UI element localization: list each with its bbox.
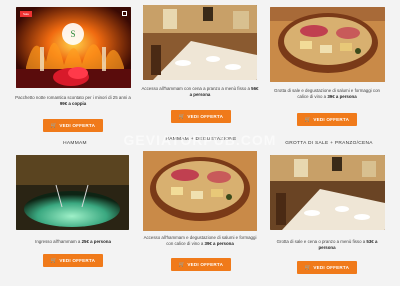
- desc-price: 25€ a persona: [81, 239, 111, 244]
- view-offer-button[interactable]: 🛒 VEDI OFFERTA: [43, 119, 103, 132]
- cart-icon: 🛒: [50, 122, 58, 129]
- restaurant-image: [143, 5, 257, 80]
- desc-text: Accesso all'hammam con cena a pranzo a m…: [141, 86, 252, 91]
- cheese-board-image: [143, 151, 257, 231]
- desc-price: 39€ a persona: [204, 241, 234, 246]
- section-title-hammam: HAMMAM: [63, 141, 87, 146]
- cart-icon: 🛒: [50, 257, 58, 264]
- cart-icon: 🛒: [304, 264, 312, 271]
- hammam-pool-image: [16, 155, 129, 230]
- button-label: VEDI OFFERTA: [59, 123, 96, 128]
- desc-text: Ingresso all'hammam a: [35, 239, 82, 244]
- offer-description: Ingresso all'hammam a 25€ a persona: [14, 239, 132, 245]
- restaurant-image: [270, 155, 385, 230]
- desc-price: 39€ a persona: [327, 94, 357, 99]
- sale-badge: Sale: [20, 11, 32, 17]
- romantic-dinner-image: S: [16, 7, 131, 88]
- view-offer-button[interactable]: 🛒 VEDI OFFERTA: [171, 258, 231, 271]
- desc-text: Grotta di sale e cena o pranzo a menù fi…: [276, 239, 367, 244]
- button-label: VEDI OFFERTA: [313, 117, 350, 122]
- cart-icon: 🛒: [304, 116, 312, 123]
- photo-restaurant[interactable]: [143, 5, 257, 80]
- view-offer-button[interactable]: 🛒 VEDI OFFERTA: [171, 110, 231, 123]
- photo-hammam-pool[interactable]: [16, 155, 129, 230]
- button-label: VEDI OFFERTA: [187, 114, 224, 119]
- offer-description: Accesso all'hammam con cena a pranzo a m…: [141, 86, 259, 98]
- offer-description: Grotta di sale e degustazione di salumi …: [268, 88, 386, 100]
- button-label: VEDI OFFERTA: [187, 262, 224, 267]
- button-label: VEDI OFFERTA: [59, 258, 96, 263]
- offer-description: Grotta di sale e cena o pranzo a menù fi…: [268, 239, 386, 251]
- view-offer-button[interactable]: 🛒 VEDI OFFERTA: [297, 113, 357, 126]
- offer-description: Accesso all'hammam e degustazione di sal…: [141, 235, 259, 247]
- view-offer-button[interactable]: 🛒 VEDI OFFERTA: [43, 254, 103, 267]
- desc-text: Accesso all'hammam e degustazione di sal…: [143, 235, 257, 246]
- offer-description: Pacchetto notte romantica scontato per i…: [14, 95, 132, 107]
- view-offer-button[interactable]: 🛒 VEDI OFFERTA: [297, 261, 357, 274]
- cart-icon: 🛒: [178, 261, 186, 268]
- desc-text: Pacchetto notte romantica scontato per i…: [15, 95, 131, 100]
- svg-text:S: S: [70, 29, 75, 39]
- photo-cheese-board[interactable]: [143, 151, 257, 231]
- photo-romantic-dinner[interactable]: S Sale: [16, 7, 131, 88]
- expand-icon[interactable]: [122, 11, 127, 16]
- section-title-hammam-degustazione: HAMMAM + DEGUSTAZIONE: [165, 137, 237, 142]
- section-title-grotta: GROTTA DI SALE + PRANZO/CENA: [285, 141, 373, 146]
- photo-restaurant[interactable]: [270, 155, 385, 230]
- button-label: VEDI OFFERTA: [313, 265, 350, 270]
- cheese-board-image: [270, 7, 385, 82]
- desc-price: 99€ a coppia: [59, 101, 87, 106]
- photo-cheese-board[interactable]: [270, 7, 385, 82]
- cart-icon: 🛒: [178, 113, 186, 120]
